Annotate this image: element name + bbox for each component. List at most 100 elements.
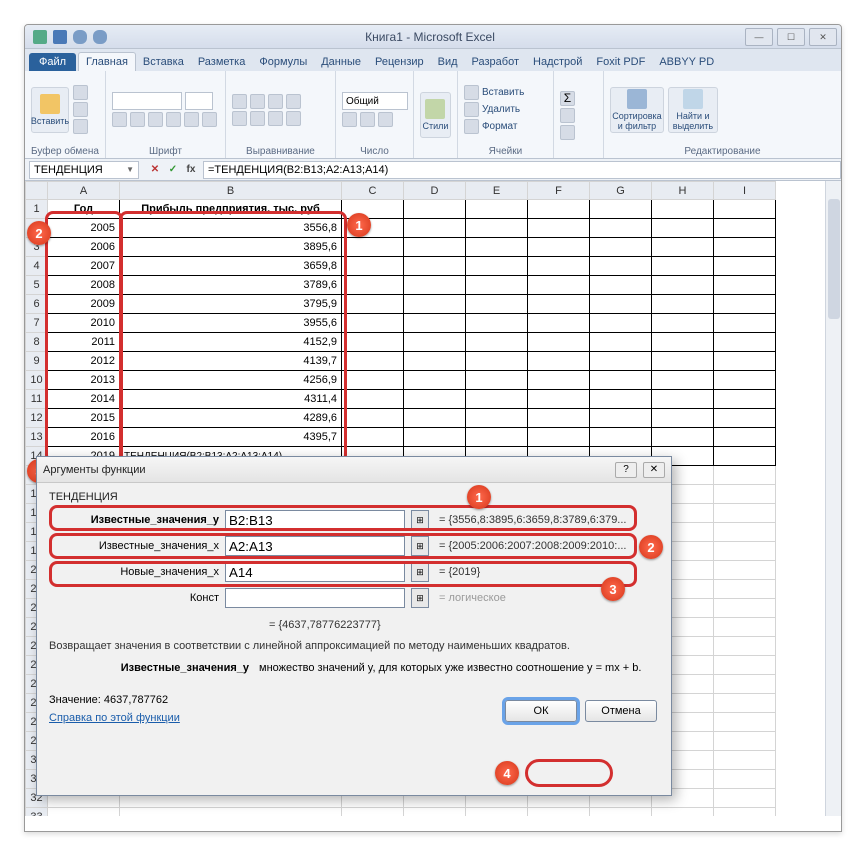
cell[interactable] (652, 276, 714, 295)
col-header-d[interactable]: D (404, 182, 466, 200)
tab-data[interactable]: Данные (314, 53, 368, 71)
cell[interactable] (714, 200, 776, 219)
cell[interactable] (466, 295, 528, 314)
align-top-icon[interactable] (232, 94, 247, 109)
range-picker-icon[interactable]: ⊞ (411, 510, 429, 530)
cell[interactable] (342, 238, 404, 257)
redo-icon[interactable] (93, 30, 107, 44)
cancel-button[interactable]: Отмена (585, 700, 657, 722)
cell[interactable] (590, 352, 652, 371)
cell[interactable]: 3895,6 (120, 238, 342, 257)
cell[interactable]: 2011 (48, 333, 120, 352)
row-header[interactable]: 13 (26, 428, 48, 447)
align-bot-icon[interactable] (268, 94, 283, 109)
cell[interactable]: 3795,9 (120, 295, 342, 314)
minimize-button[interactable]: — (745, 28, 773, 46)
row-header[interactable]: 33 (26, 808, 48, 817)
cell[interactable] (590, 295, 652, 314)
cell[interactable] (404, 371, 466, 390)
cell[interactable] (714, 637, 776, 656)
cell[interactable] (590, 257, 652, 276)
cell[interactable] (404, 276, 466, 295)
cell[interactable] (404, 428, 466, 447)
cell[interactable]: 4289,6 (120, 409, 342, 428)
cell[interactable] (714, 618, 776, 637)
cell[interactable] (590, 371, 652, 390)
cell[interactable] (652, 200, 714, 219)
cell[interactable] (404, 314, 466, 333)
dialog-help-link[interactable]: Справка по этой функции (49, 712, 180, 724)
tab-insert[interactable]: Вставка (136, 53, 191, 71)
cell[interactable] (652, 808, 714, 817)
range-picker-icon[interactable]: ⊞ (411, 536, 429, 556)
row-header[interactable]: 10 (26, 371, 48, 390)
clear-icon[interactable] (560, 125, 575, 140)
cell[interactable] (714, 276, 776, 295)
currency-icon[interactable] (342, 112, 357, 127)
cell[interactable] (714, 770, 776, 789)
cell[interactable] (652, 238, 714, 257)
cell[interactable] (404, 352, 466, 371)
cell[interactable] (714, 656, 776, 675)
cell[interactable] (652, 352, 714, 371)
cell[interactable]: 4139,7 (120, 352, 342, 371)
cell[interactable] (466, 352, 528, 371)
range-picker-icon[interactable]: ⊞ (411, 588, 429, 608)
scrollbar-thumb[interactable] (828, 199, 840, 319)
cell[interactable] (652, 314, 714, 333)
align-right-icon[interactable] (268, 111, 283, 126)
italic-icon[interactable] (130, 112, 145, 127)
cell[interactable] (714, 732, 776, 751)
fill-down-icon[interactable] (560, 108, 575, 123)
cell[interactable] (404, 295, 466, 314)
sort-filter-button[interactable]: Сортировка и фильтр (610, 87, 664, 133)
cell[interactable] (652, 371, 714, 390)
col-header-h[interactable]: H (652, 182, 714, 200)
cell[interactable] (528, 428, 590, 447)
close-button[interactable]: ✕ (809, 28, 837, 46)
cell[interactable] (404, 409, 466, 428)
row-header[interactable]: 4 (26, 257, 48, 276)
format-cells-button[interactable]: Формат (464, 119, 524, 134)
format-painter-icon[interactable] (73, 119, 88, 134)
cell[interactable] (404, 238, 466, 257)
arg-input-1[interactable] (225, 536, 405, 556)
align-center-icon[interactable] (250, 111, 265, 126)
cell[interactable] (714, 333, 776, 352)
formula-input[interactable]: =ТЕНДЕНЦИЯ(B2:B13;A2:A13;A14) (203, 161, 841, 179)
cell[interactable] (528, 808, 590, 817)
cell[interactable]: 2008 (48, 276, 120, 295)
cell[interactable]: 2010 (48, 314, 120, 333)
autosum-icon[interactable]: Σ (560, 91, 575, 106)
cell[interactable] (404, 200, 466, 219)
cell[interactable]: 2013 (48, 371, 120, 390)
cell[interactable]: 2012 (48, 352, 120, 371)
cell[interactable] (714, 713, 776, 732)
cell[interactable] (342, 257, 404, 276)
dialog-titlebar[interactable]: Аргументы функции ? ✕ (37, 457, 671, 483)
row-header[interactable]: 5 (26, 276, 48, 295)
cell[interactable]: 3789,6 (120, 276, 342, 295)
percent-icon[interactable] (360, 112, 375, 127)
cell[interactable] (528, 352, 590, 371)
cell[interactable] (466, 200, 528, 219)
underline-icon[interactable] (148, 112, 163, 127)
row-header[interactable]: 2 (26, 219, 48, 238)
cell[interactable] (404, 333, 466, 352)
cell[interactable] (714, 295, 776, 314)
cell[interactable] (342, 390, 404, 409)
tab-home[interactable]: Главная (78, 52, 136, 71)
cell[interactable]: 2016 (48, 428, 120, 447)
cell[interactable] (528, 200, 590, 219)
cell[interactable] (466, 390, 528, 409)
undo-icon[interactable] (73, 30, 87, 44)
vertical-scrollbar[interactable] (825, 181, 841, 816)
tab-view[interactable]: Вид (431, 53, 465, 71)
align-left-icon[interactable] (232, 111, 247, 126)
cell[interactable] (714, 428, 776, 447)
cell[interactable] (652, 390, 714, 409)
border-icon[interactable] (166, 112, 181, 127)
row-header[interactable]: 12 (26, 409, 48, 428)
cell[interactable] (714, 485, 776, 504)
cell[interactable] (342, 352, 404, 371)
